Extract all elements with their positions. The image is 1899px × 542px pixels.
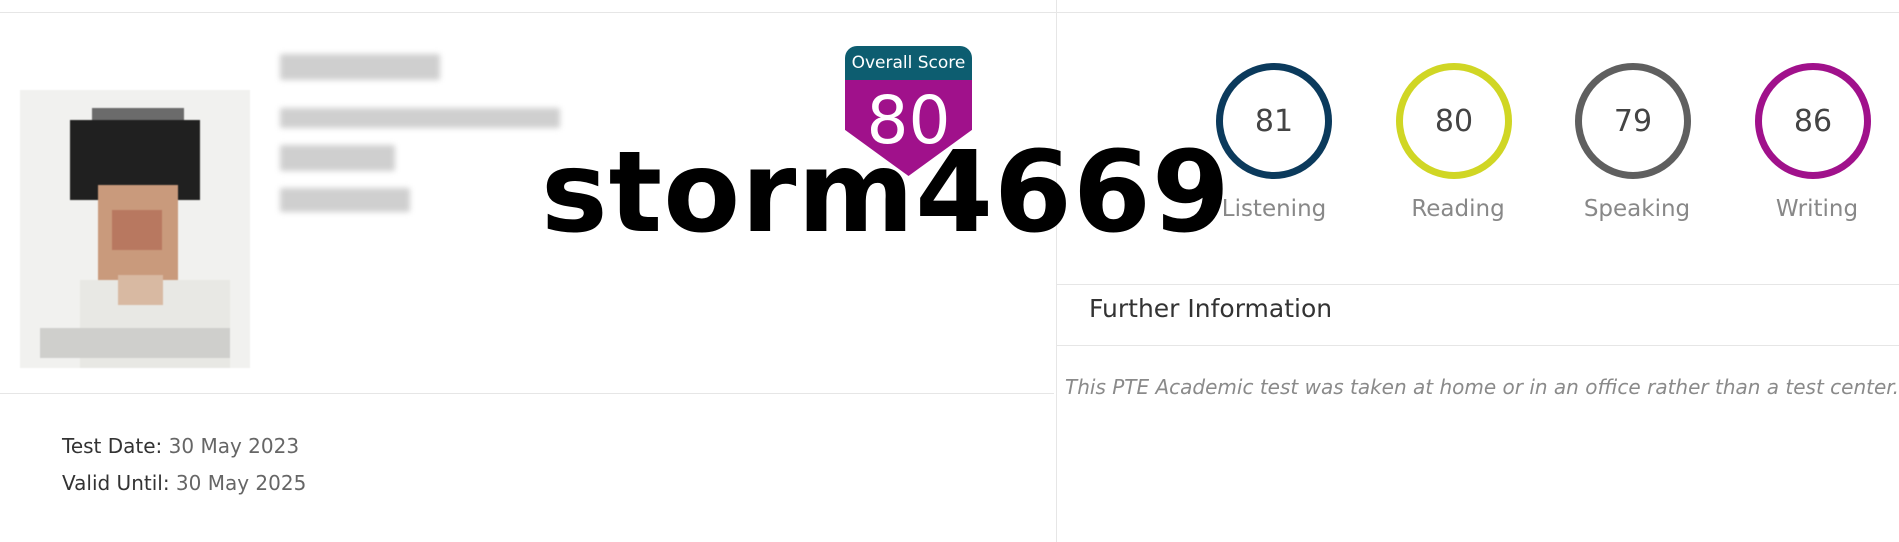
valid-until-value: 30 May 2025 bbox=[175, 471, 307, 495]
overall-score-label: Overall Score bbox=[845, 46, 972, 80]
test-date-label: Test Date: bbox=[62, 434, 163, 458]
candidate-name-redacted bbox=[280, 54, 440, 80]
profile-divider bbox=[0, 393, 1054, 394]
column-divider bbox=[1056, 0, 1057, 542]
candidate-detail-redacted bbox=[280, 108, 560, 128]
further-info-text: This PTE Academic test was taken at home… bbox=[1065, 375, 1899, 399]
valid-until-label: Valid Until: bbox=[62, 471, 170, 495]
reading-score-ring: 80 bbox=[1396, 63, 1512, 179]
watermark-text: storm4669 bbox=[541, 128, 1231, 258]
test-date-row: Test Date: 30 May 2023 bbox=[62, 434, 299, 458]
valid-until-row: Valid Until: 30 May 2025 bbox=[62, 471, 306, 495]
writing-score-ring: 86 bbox=[1755, 63, 1871, 179]
further-info-bottom-divider bbox=[1056, 345, 1899, 346]
test-date-value: 30 May 2023 bbox=[168, 434, 300, 458]
further-info-title: Further Information bbox=[1089, 294, 1333, 323]
speaking-score-ring: 79 bbox=[1575, 63, 1691, 179]
candidate-detail-redacted bbox=[280, 188, 410, 212]
candidate-photo bbox=[20, 90, 250, 368]
speaking-label: Speaking bbox=[1583, 196, 1691, 222]
further-info-top-divider bbox=[1056, 284, 1899, 285]
speaking-score: 79 bbox=[1613, 103, 1653, 139]
candidate-detail-redacted bbox=[280, 145, 395, 171]
writing-label: Writing bbox=[1775, 196, 1859, 222]
writing-score: 86 bbox=[1793, 103, 1833, 139]
reading-score: 80 bbox=[1434, 103, 1474, 139]
top-border bbox=[0, 12, 1899, 13]
reading-label: Reading bbox=[1411, 196, 1505, 222]
